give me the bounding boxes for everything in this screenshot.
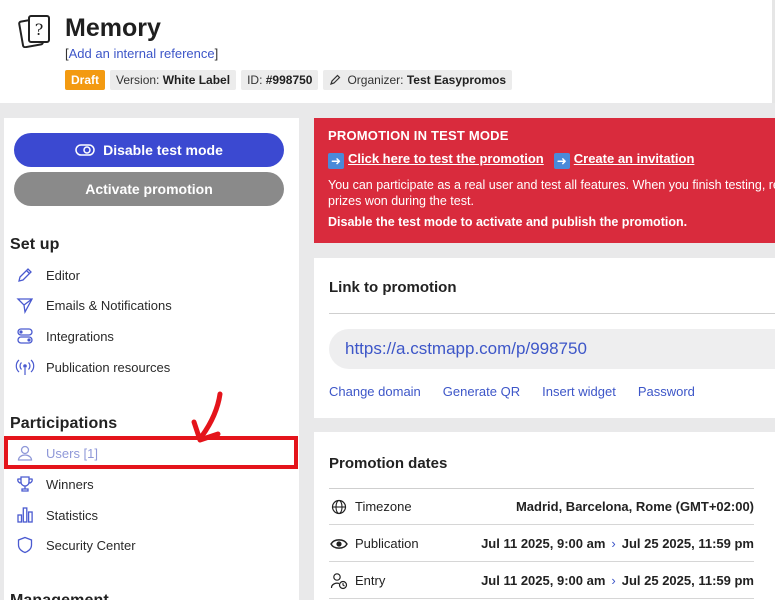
highlight-box xyxy=(4,436,298,469)
version-badge: Version: White Label xyxy=(110,70,237,90)
promotion-header: ? Memory [Add an internal reference] Dra… xyxy=(0,0,775,103)
entry-end: Jul 25 2025, 11:59 pm xyxy=(621,573,754,588)
sidebar-item-label: Statistics xyxy=(46,507,99,523)
disable-test-mode-label: Disable test mode xyxy=(103,142,223,158)
link-card-title: Link to promotion xyxy=(329,279,457,296)
toggle-icon xyxy=(75,144,95,156)
arrow-right-icon: ➜ xyxy=(328,153,344,169)
version-label: Version: xyxy=(116,73,160,87)
password-link[interactable]: Password xyxy=(638,384,695,399)
dates-card-title: Promotion dates xyxy=(329,455,448,472)
globe-icon xyxy=(329,497,349,517)
alert-heading: PROMOTION IN TEST MODE xyxy=(328,128,509,143)
bracket-close: ] xyxy=(214,46,219,61)
chevron-right-icon: › xyxy=(611,573,616,588)
alert-footer: Disable the test mode to activate and pu… xyxy=(328,215,688,229)
entry-start: Jul 11 2025, 9:00 am xyxy=(481,573,606,588)
generate-qr-link[interactable]: Generate QR xyxy=(443,384,520,399)
sidebar-item-label: Security Center xyxy=(46,537,136,553)
alert-links: ➜ Click here to test the promotion ➜ Creat… xyxy=(328,151,761,169)
timezone-value: Madrid, Barcelona, Rome (GMT+02:00) xyxy=(515,499,754,514)
svg-text:?: ? xyxy=(35,20,44,39)
disable-test-mode-button[interactable]: Disable test mode xyxy=(14,133,284,167)
red-arrow-annotation xyxy=(191,391,223,443)
pencil-icon xyxy=(14,264,36,286)
management-section-title: Management xyxy=(10,592,109,600)
toggles-icon xyxy=(14,325,36,347)
entry-dates: Jul 11 2025, 9:00 am › Jul 25 2025, 11:59 … xyxy=(481,573,754,588)
internal-reference: [Add an internal reference] xyxy=(65,46,218,61)
timezone-label: Timezone xyxy=(355,499,412,514)
participations-section-title: Participations xyxy=(10,415,118,432)
chevron-right-icon: › xyxy=(611,536,616,551)
test-promotion-link-label: Click here to test the promotion xyxy=(348,151,544,166)
sidebar-item-editor[interactable]: Editor xyxy=(14,261,296,289)
link-to-promotion-card: Link to promotion https://a.cstmapp.com/… xyxy=(314,258,775,418)
create-invitation-link-label: Create an invitation xyxy=(573,151,695,166)
pencil-icon xyxy=(330,74,341,85)
user-clock-icon xyxy=(329,571,349,591)
publication-row: Publication Jul 11 2025, 9:00 am › Jul 25 … xyxy=(329,526,754,562)
alert-body: You can participate as a real user and t… xyxy=(328,177,775,209)
alert-body-line1: You can participate as a real user and t… xyxy=(328,178,775,192)
activate-promotion-button[interactable]: Activate promotion xyxy=(14,172,284,206)
link-card-divider xyxy=(329,313,775,314)
publication-end: Jul 25 2025, 11:59 pm xyxy=(621,536,754,551)
organizer-value: Test Easypromos xyxy=(406,73,506,87)
sidebar: Disable test mode Activate promotion Set… xyxy=(4,118,299,600)
sidebar-item-label: Editor xyxy=(46,267,80,283)
promotion-url-field[interactable]: https://a.cstmapp.com/p/998750 xyxy=(329,329,775,369)
timezone-row: Timezone Madrid, Barcelona, Rome (GMT+02… xyxy=(329,489,754,525)
draft-badge: Draft xyxy=(65,70,106,90)
change-domain-link[interactable]: Change domain xyxy=(329,384,421,399)
sidebar-item-integrations[interactable]: Integrations xyxy=(14,322,296,350)
sidebar-item-label: Winners xyxy=(46,476,94,492)
eye-icon xyxy=(329,534,349,554)
sidebar-item-label: Publication resources xyxy=(46,359,171,375)
id-label: ID: xyxy=(247,73,263,87)
promotion-badges: Draft Version: White Label ID: #998750 O… xyxy=(65,70,512,90)
sidebar-item-label: Emails & Notifications xyxy=(46,297,172,313)
promotion-dates-card: Promotion dates Timezone Madrid, Barcelo… xyxy=(314,432,775,600)
bar-chart-icon xyxy=(14,504,36,526)
test-promotion-link[interactable]: ➜ Click here to test the promotion xyxy=(328,151,548,169)
version-value: White Label xyxy=(162,73,231,87)
activate-promotion-label: Activate promotion xyxy=(85,181,213,197)
sidebar-item-publication-resources[interactable]: Publication resources xyxy=(14,353,296,381)
trophy-icon xyxy=(14,473,36,495)
id-badge: ID: #998750 xyxy=(241,70,319,90)
test-mode-alert: PROMOTION IN TEST MODE ➜ Click here to te… xyxy=(314,118,775,243)
arrow-right-icon: ➜ xyxy=(553,153,570,169)
publication-label: Publication xyxy=(355,536,419,551)
paper-plane-icon xyxy=(14,294,36,316)
sidebar-item-emails-notifications[interactable]: Emails & Notifications xyxy=(14,291,296,319)
entry-row: Entry Jul 11 2025, 9:00 am › Jul 25 2025, … xyxy=(329,563,754,599)
id-value: #998750 xyxy=(265,73,313,87)
link-actions: Change domain Generate QR Insert widget … xyxy=(329,384,695,399)
page-title: Memory xyxy=(65,14,161,42)
alert-body-line2: prizes won during the test. xyxy=(328,194,474,208)
setup-section-title: Set up xyxy=(10,236,60,253)
broadcast-icon xyxy=(14,356,36,378)
publication-dates: Jul 11 2025, 9:00 am › Jul 25 2025, 11:59 … xyxy=(481,536,754,551)
create-invitation-link[interactable]: ➜ Create an invitation xyxy=(553,151,699,169)
sidebar-item-winners[interactable]: Winners xyxy=(14,470,296,498)
question-cards-icon: ? xyxy=(18,15,50,48)
shield-icon xyxy=(14,534,36,556)
sidebar-item-security-center[interactable]: Security Center xyxy=(14,531,296,559)
insert-widget-link[interactable]: Insert widget xyxy=(542,384,616,399)
entry-label: Entry xyxy=(355,573,386,588)
publication-start: Jul 11 2025, 9:00 am xyxy=(481,536,606,551)
sidebar-item-statistics[interactable]: Statistics xyxy=(14,501,296,529)
add-internal-reference-link[interactable]: Add an internal reference xyxy=(69,46,215,61)
sidebar-item-label: Integrations xyxy=(46,328,114,344)
organizer-badge[interactable]: Organizer: Test Easypromos xyxy=(323,70,512,90)
organizer-label: Organizer: xyxy=(347,73,404,87)
